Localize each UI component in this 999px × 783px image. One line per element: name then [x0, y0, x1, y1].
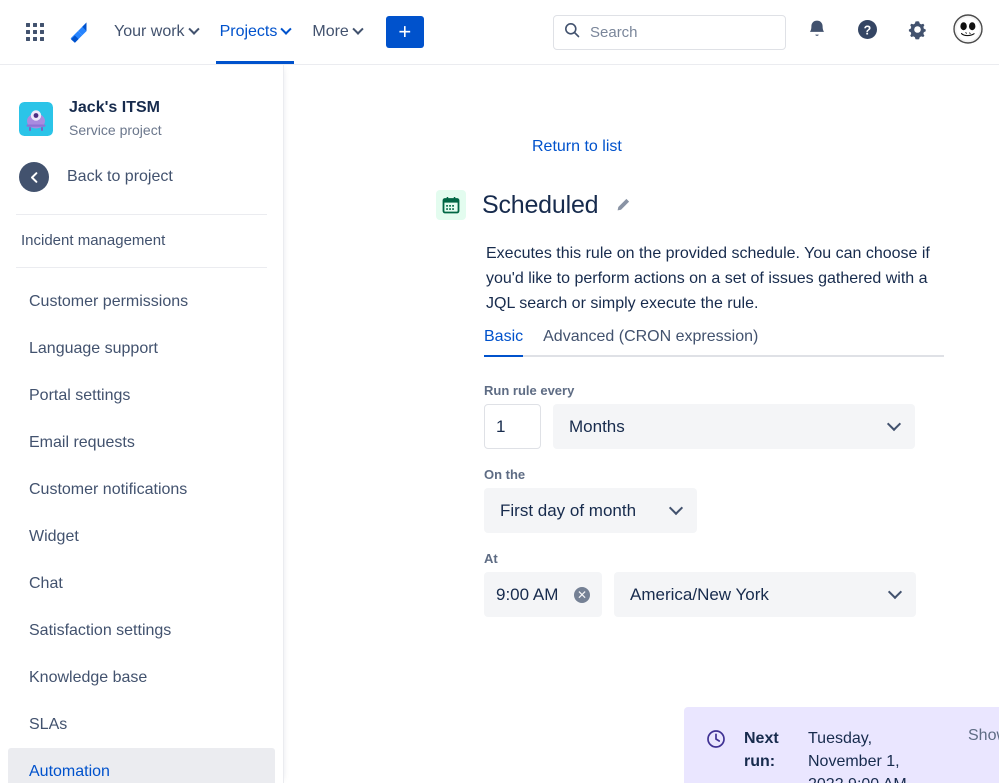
nav-more-label: More	[312, 23, 349, 40]
page-title: Scheduled	[482, 190, 599, 219]
sidebar-item-portal-settings[interactable]: Portal settings	[8, 372, 275, 419]
sidebar-item-customer-notifications[interactable]: Customer notifications	[8, 466, 275, 513]
clear-icon[interactable]: ✕	[574, 586, 590, 603]
project-header[interactable]: Jack's ITSM Service project	[0, 65, 283, 140]
app-root: Project settings NEW at 9:00 AM Return t…	[0, 0, 999, 783]
rule-header: Scheduled	[436, 190, 631, 220]
at-row: 9:00 AM ✕ America/New York	[484, 572, 944, 617]
sidebar-section-incident-management: Incident management	[21, 232, 166, 249]
search-icon	[564, 22, 580, 43]
at-label: At	[484, 551, 498, 566]
on-the-select[interactable]: First day of month	[484, 488, 697, 533]
run-rule-every-label: Run rule every	[484, 383, 575, 398]
interval-value-input[interactable]	[484, 404, 541, 449]
main-content: Return to list Scheduled Executes this r…	[284, 65, 999, 783]
show-next-runs-link[interactable]: Show next 10 runs	[968, 727, 999, 745]
next-run-panel: Next run: Tuesday, November 1, 2022 9:00…	[684, 707, 999, 783]
sidebar-item-slas[interactable]: SLAs	[8, 701, 275, 748]
on-the-value: First day of month	[500, 500, 637, 520]
notifications-icon[interactable]	[803, 15, 831, 43]
jira-logo-icon[interactable]	[64, 17, 94, 47]
app-switcher-icon[interactable]	[20, 17, 50, 47]
nav-projects[interactable]: Projects	[215, 0, 295, 64]
nav-your-work[interactable]: Your work	[112, 0, 200, 64]
rule-description: Executes this rule on the provided sched…	[486, 245, 930, 312]
sidebar-item-automation[interactable]: Automation	[8, 748, 275, 783]
sidebar-item-language-support[interactable]: Language support	[8, 325, 275, 372]
nav-more[interactable]: More	[310, 0, 364, 64]
sidebar-nav-list: Customer permissions Language support Po…	[0, 268, 283, 783]
chevron-down-icon	[187, 23, 200, 35]
on-the-row: First day of month	[484, 488, 944, 533]
return-to-list-link[interactable]: Return to list	[532, 138, 622, 156]
chevron-down-icon	[352, 23, 364, 35]
clock-icon	[706, 729, 726, 754]
pencil-icon[interactable]	[614, 197, 631, 214]
project-meta: Jack's ITSM Service project	[69, 98, 162, 140]
top-icon-group: ?	[803, 14, 983, 44]
search-input[interactable]	[590, 24, 775, 41]
project-name: Jack's ITSM	[69, 99, 160, 116]
interval-unit-select[interactable]: Months	[553, 404, 915, 449]
tab-bar: Basic Advanced (CRON expression)	[484, 328, 944, 357]
time-value: 9:00 AM	[496, 584, 559, 604]
chevron-down-icon	[886, 416, 902, 432]
profile-avatar[interactable]	[953, 14, 983, 44]
arrow-left-icon	[19, 162, 49, 192]
back-to-project-button[interactable]: Back to project	[0, 140, 283, 192]
chevron-down-icon	[668, 500, 684, 516]
project-avatar-icon	[19, 102, 53, 136]
next-run-label: Next run:	[744, 730, 779, 770]
sidebar-item-customer-permissions[interactable]: Customer permissions	[8, 278, 275, 325]
next-run-value: Tuesday, November 1, 2022 9:00 AM EDT	[808, 730, 907, 783]
project-type: Service project	[69, 122, 162, 138]
top-navigation: Your work Projects More + Search ?	[0, 0, 999, 65]
help-icon[interactable]: ?	[853, 15, 881, 43]
svg-text:?: ?	[863, 23, 871, 37]
chevron-down-icon	[887, 584, 903, 600]
tab-advanced-cron[interactable]: Advanced (CRON expression)	[543, 328, 758, 355]
on-the-label: On the	[484, 467, 526, 482]
nav-your-work-label: Your work	[114, 23, 185, 40]
nav-projects-label: Projects	[219, 23, 278, 40]
sidebar-item-satisfaction-settings[interactable]: Satisfaction settings	[8, 607, 275, 654]
project-settings-sidebar: Jack's ITSM Service project Back to proj…	[0, 65, 284, 783]
settings-icon[interactable]	[903, 15, 931, 43]
chevron-down-icon	[280, 23, 293, 35]
timezone-select[interactable]: America/New York	[614, 572, 916, 617]
back-to-project-label: Back to project	[67, 168, 173, 185]
sidebar-item-email-requests[interactable]: Email requests	[8, 419, 275, 466]
sidebar-item-widget[interactable]: Widget	[8, 513, 275, 560]
tab-basic[interactable]: Basic	[484, 328, 524, 357]
interval-unit-value: Months	[569, 416, 625, 436]
timezone-value: America/New York	[630, 584, 769, 604]
schedule-form: Run rule every Months On the First day o…	[484, 383, 999, 783]
time-input[interactable]: 9:00 AM ✕	[484, 572, 602, 617]
interval-row: Months	[484, 404, 944, 449]
search-box[interactable]	[553, 15, 786, 50]
calendar-icon	[436, 190, 466, 220]
sidebar-item-chat[interactable]: Chat	[8, 560, 275, 607]
create-button[interactable]: +	[385, 16, 424, 48]
sidebar-item-knowledge-base[interactable]: Knowledge base	[8, 654, 275, 701]
